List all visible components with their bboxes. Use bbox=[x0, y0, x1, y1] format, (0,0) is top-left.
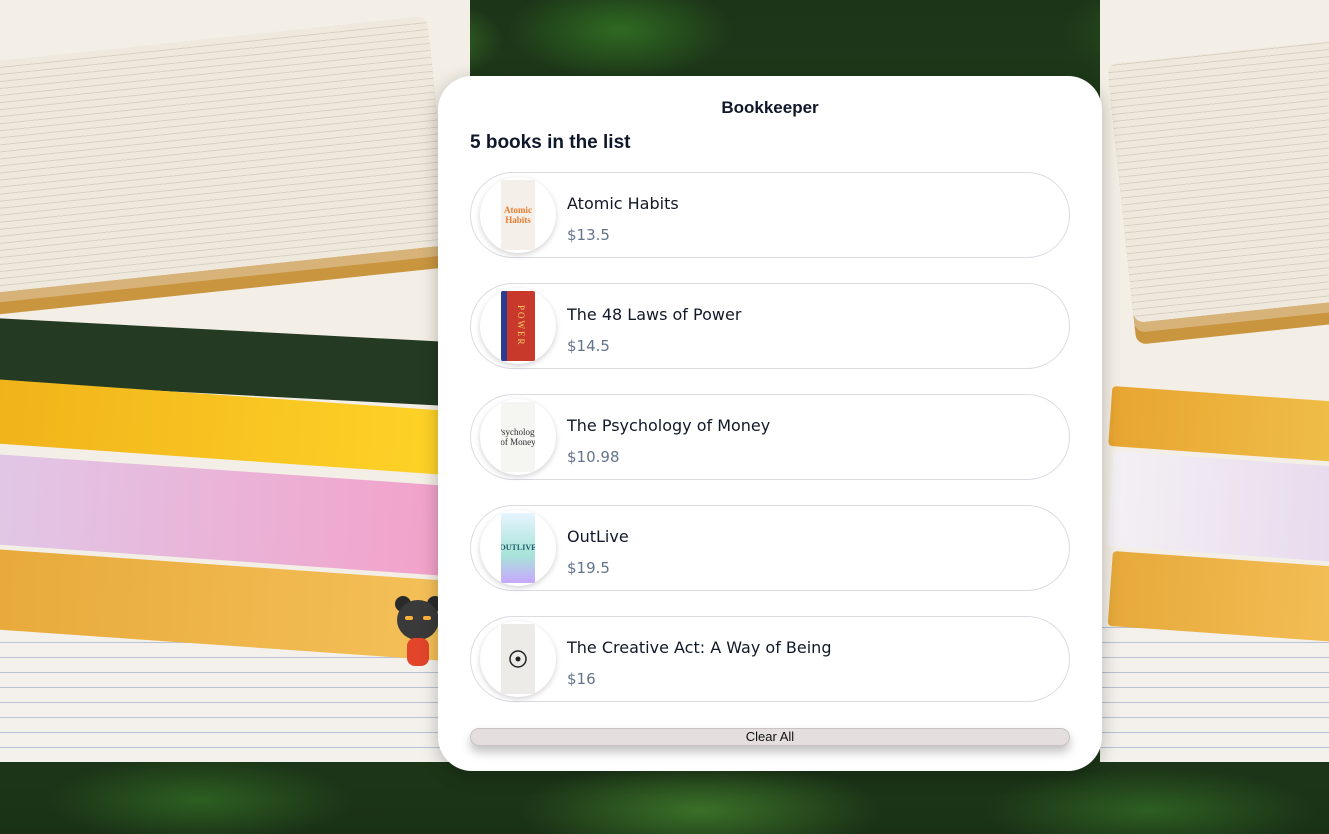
book-cover-image: Psychology of Money bbox=[501, 402, 535, 472]
book-cover bbox=[480, 621, 556, 697]
mascot-eye bbox=[405, 616, 413, 620]
book-title: OutLive bbox=[567, 527, 629, 546]
book-title: The Creative Act: A Way of Being bbox=[567, 638, 832, 657]
book-cover: Atomic Habits bbox=[480, 177, 556, 253]
book-title: The Psychology of Money bbox=[567, 416, 771, 435]
book-price: $13.5 bbox=[567, 226, 610, 244]
book-item[interactable]: The Creative Act: A Way of Being $16 bbox=[470, 616, 1070, 702]
book-count: 5 books in the list bbox=[470, 132, 631, 153]
book-list: Atomic Habits Atomic Habits $13.5 POWER … bbox=[470, 172, 1070, 727]
book-price: $14.5 bbox=[567, 337, 610, 355]
bookkeeper-card: Bookkeeper 5 books in the list Atomic Ha… bbox=[438, 76, 1102, 771]
mascot-eye bbox=[423, 616, 431, 620]
book-title: The 48 Laws of Power bbox=[567, 305, 742, 324]
book-price: $16 bbox=[567, 670, 596, 688]
open-book-pages bbox=[0, 16, 451, 294]
background-book bbox=[1107, 451, 1329, 564]
handwritten-notes bbox=[1100, 622, 1329, 762]
mascot-body bbox=[407, 638, 429, 666]
book-item[interactable]: POWER The 48 Laws of Power $14.5 bbox=[470, 283, 1070, 369]
book-cover: OUTLIVE bbox=[480, 510, 556, 586]
book-title: Atomic Habits bbox=[567, 194, 679, 213]
mascot-head bbox=[397, 600, 439, 640]
book-cover-image: OUTLIVE bbox=[501, 513, 535, 583]
book-price: $19.5 bbox=[567, 559, 610, 577]
open-book-pages bbox=[1107, 37, 1329, 323]
book-cover-image: POWER bbox=[501, 291, 535, 361]
books-photo-right bbox=[1100, 0, 1329, 762]
circle-mark-icon bbox=[509, 650, 527, 668]
book-price: $10.98 bbox=[567, 448, 620, 466]
book-cover: Psychology of Money bbox=[480, 399, 556, 475]
book-item[interactable]: OUTLIVE OutLive $19.5 bbox=[470, 505, 1070, 591]
book-item[interactable]: Psychology of Money The Psychology of Mo… bbox=[470, 394, 1070, 480]
book-cover: POWER bbox=[480, 288, 556, 364]
book-cover-image bbox=[501, 624, 535, 694]
app-title: Bookkeeper bbox=[721, 98, 819, 117]
book-item[interactable]: Atomic Habits Atomic Habits $13.5 bbox=[470, 172, 1070, 258]
book-cover-image: Atomic Habits bbox=[501, 180, 535, 250]
clear-all-button[interactable]: Clear All bbox=[470, 728, 1070, 746]
